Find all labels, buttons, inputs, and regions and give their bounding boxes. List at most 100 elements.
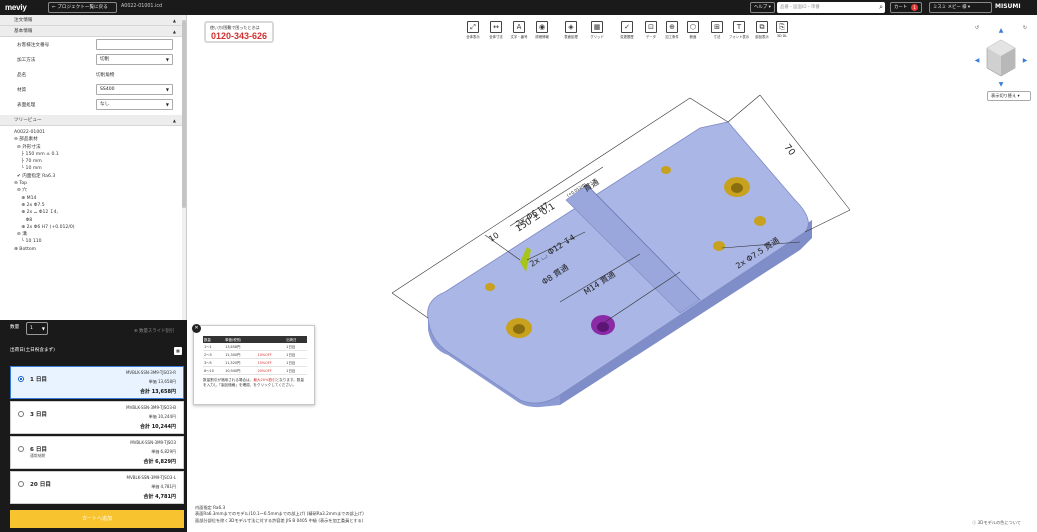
close-icon[interactable]: ✕ (192, 324, 201, 333)
tool-section[interactable]: ⬡ 断面 (682, 21, 704, 39)
tree-node[interactable]: ⊖ 外形寸法 (14, 144, 186, 151)
tree-node[interactable]: A0022-01001 (14, 129, 186, 136)
ship-option[interactable]: 1 日目 MVBLK-SSN-3M9-TJSO3-R 単価 13,658円 合計… (10, 366, 184, 399)
radio-button[interactable] (18, 376, 24, 382)
tool-surface[interactable]: ◈ 表面処理 (560, 21, 582, 39)
quantity-value: 1 (30, 326, 33, 331)
tool-label: 加工条件 (665, 35, 679, 39)
back-to-projects-button[interactable]: ← プロジェクト一覧に戻る (48, 2, 117, 13)
quantity-select[interactable]: 1 ▼ (26, 322, 48, 335)
arrow-right-icon[interactable]: ▶ (1023, 57, 1028, 64)
feature-tree: A0022-01001 ⊖ 部品素材 ⊖ 外形寸法 ├ 150 mm ± 0.1… (0, 126, 186, 253)
surface-select[interactable]: なし ▼ (96, 99, 173, 110)
chevron-up-icon[interactable]: ▲ (173, 115, 176, 126)
tree-node[interactable]: ⊕ 2x Φ7.5 (14, 202, 186, 209)
ship-option[interactable]: 20 日目 MVBLK-SSN-3M9-TJSO3-L 単価 4,781円 合計… (10, 471, 184, 504)
tree-node[interactable]: ├ 70 mm (14, 158, 186, 165)
material-select[interactable]: SS400 ▼ (96, 84, 173, 95)
tool-parts[interactable]: ⧉ 部品表示 (751, 21, 773, 39)
model-color-info-link[interactable]: ⓘ 3Dモデルの色について (972, 520, 1021, 526)
field-material: 材質 SS400 ▼ (0, 82, 186, 97)
volume-discount-popup: ✕ 数量 単価(税別) 出荷日 1〜1 13,658円 1日目 2〜3 12,3… (192, 324, 315, 405)
help-menu[interactable]: ヘルプ ▾ (750, 2, 775, 13)
support-phone-box: 使い方/困難で困ったときは 0120-343-626 (204, 21, 274, 43)
chevron-up-icon[interactable]: ▲ (173, 26, 176, 37)
scrollbar-thumb[interactable] (182, 20, 186, 208)
model-viewer-canvas[interactable]: 150 ± 0.1 70 10 2x Φ6 H7 (+0.012/0) 貫通 2… (188, 15, 1037, 532)
field-label: 品名 (17, 73, 27, 78)
tool-3d-download[interactable]: ⎘ 3D DL (771, 21, 793, 38)
field-label: お客様注文番号 (17, 43, 50, 48)
checkmark-icon: ✓ (621, 21, 633, 33)
tool-data[interactable]: ⊡ データ (640, 21, 662, 39)
rotate-left-icon[interactable]: ↺ (975, 25, 979, 31)
rotate-right-icon[interactable]: ↻ (1023, 25, 1027, 31)
radio-button[interactable] (18, 411, 24, 417)
tree-node[interactable]: ⊖ 溝 (14, 231, 186, 238)
cell-discount (256, 343, 286, 351)
meviy-logo[interactable]: meviy (5, 3, 27, 12)
calendar-icon[interactable]: ▦ (174, 347, 182, 355)
volume-discount-link[interactable]: ⊕ 数量スライド割引 (134, 328, 174, 334)
view-mode-select[interactable]: 表示切り替え ▾ (987, 91, 1031, 101)
arrow-left-icon[interactable]: ◀ (975, 57, 980, 64)
tree-node[interactable]: ⊖ 部品素材 (14, 136, 186, 143)
arrow-down-icon[interactable]: ▼ (999, 81, 1004, 88)
section-tree-view[interactable]: ツリービュー ▲ (0, 115, 186, 126)
table-row: 1〜1 13,658円 1日目 (203, 343, 307, 351)
cart-button[interactable]: カート 1 (890, 2, 922, 13)
col-qty: 数量 (203, 336, 225, 343)
tree-node[interactable]: ⊕ 2x Φ6 H7 (+0.012/0) (14, 224, 186, 231)
tree-node[interactable]: ⊕ 2x ⌴ Φ12 ↧4, (14, 209, 186, 216)
view-cube[interactable]: ▲ ◀ ▶ ▼ ↺ ↻ (971, 22, 1031, 88)
total-price: 合計 13,658円 (139, 389, 176, 395)
unit-price: 単価 4,781円 (151, 484, 176, 489)
tool-fit-view[interactable]: ⤢ 全体表示 (462, 21, 484, 39)
process-select[interactable]: 切削 ▼ (96, 54, 173, 65)
tree-node[interactable]: Φ8 (14, 217, 186, 224)
section-basic-info[interactable]: 基本情報 ▲ (0, 26, 186, 37)
tree-node[interactable]: ⊕ M14 (14, 195, 186, 202)
tree-node[interactable]: ✔ 内面指定 Ra6.3 (14, 173, 186, 180)
tool-grid[interactable]: ▦ グリッド (586, 21, 608, 39)
ship-days: 3 日目 (30, 412, 48, 418)
tree-node[interactable]: ⊖ Top (14, 180, 186, 187)
account-menu[interactable]: ミスミ メビー 様 ▾ (929, 2, 992, 13)
tree-node[interactable]: └ 10 110 (14, 238, 186, 245)
tool-machining[interactable]: ⊕ 加工条件 (661, 21, 683, 39)
dim-ext-line (391, 292, 429, 319)
table-row: 3〜5 11,520円 15%OFF 1日目 (203, 358, 307, 367)
tool-details[interactable]: ◉ 詳細情報 (531, 21, 553, 39)
search-input[interactable]: 品番・図面ID・単番 ⌕ (777, 2, 885, 13)
chevron-up-icon[interactable]: ▲ (173, 15, 176, 26)
table-row: 6〜10 10,940円 20%OFF 1日目 (203, 366, 307, 375)
tool-history[interactable]: ✓ 変更履歴 (616, 21, 638, 39)
product-name-value: 切削角物 (96, 73, 115, 78)
tree-node[interactable]: ├ 150 mm ± 0.1 (14, 151, 186, 158)
tree-node[interactable]: ⊕ Bottom (14, 246, 186, 253)
arrow-up-icon[interactable]: ▲ (999, 27, 1004, 34)
section-order-info[interactable]: 注文情報 ▲ (0, 15, 186, 26)
ship-date-heading: 出荷日(土日祝含まず) (10, 348, 55, 353)
tree-node[interactable]: └ 10 mm (14, 165, 186, 172)
tool-font[interactable]: T フォント表示 (728, 21, 750, 39)
ship-option[interactable]: 3 日目 MVBLK-SSN-3M9-TJSO3-B 単価 10,244円 合計… (10, 401, 184, 434)
col-ship: 出荷日 (285, 336, 307, 343)
field-label: 材質 (17, 88, 27, 93)
section-basic-info-label: 基本情報 (14, 29, 33, 34)
through-hole (713, 241, 725, 251)
tool-label: 表面処理 (564, 35, 578, 39)
sidebar-scrollbar[interactable] (182, 15, 186, 320)
radio-button[interactable] (18, 446, 24, 452)
tool-dimensions[interactable]: ↔ 全体寸法 (485, 21, 507, 39)
customer-order-no-input[interactable] (96, 39, 173, 50)
radio-button[interactable] (18, 481, 24, 487)
tool-measure[interactable]: ⊞ 寸法 (706, 21, 728, 39)
note-highlight: 最大20%割引 (253, 378, 276, 382)
tree-node[interactable]: ⊖ 穴 (14, 187, 186, 194)
ship-option[interactable]: 6 日目 通常納期 MVBLK-SSN-3M9-TJSO3 単価 6,829円 … (10, 436, 184, 469)
fit-view-icon: ⤢ (467, 21, 479, 33)
add-to-cart-button[interactable]: カートへ追加 (10, 510, 184, 528)
search-icon[interactable]: ⌕ (879, 3, 883, 12)
tool-text[interactable]: A 文字・番号 (508, 21, 530, 39)
